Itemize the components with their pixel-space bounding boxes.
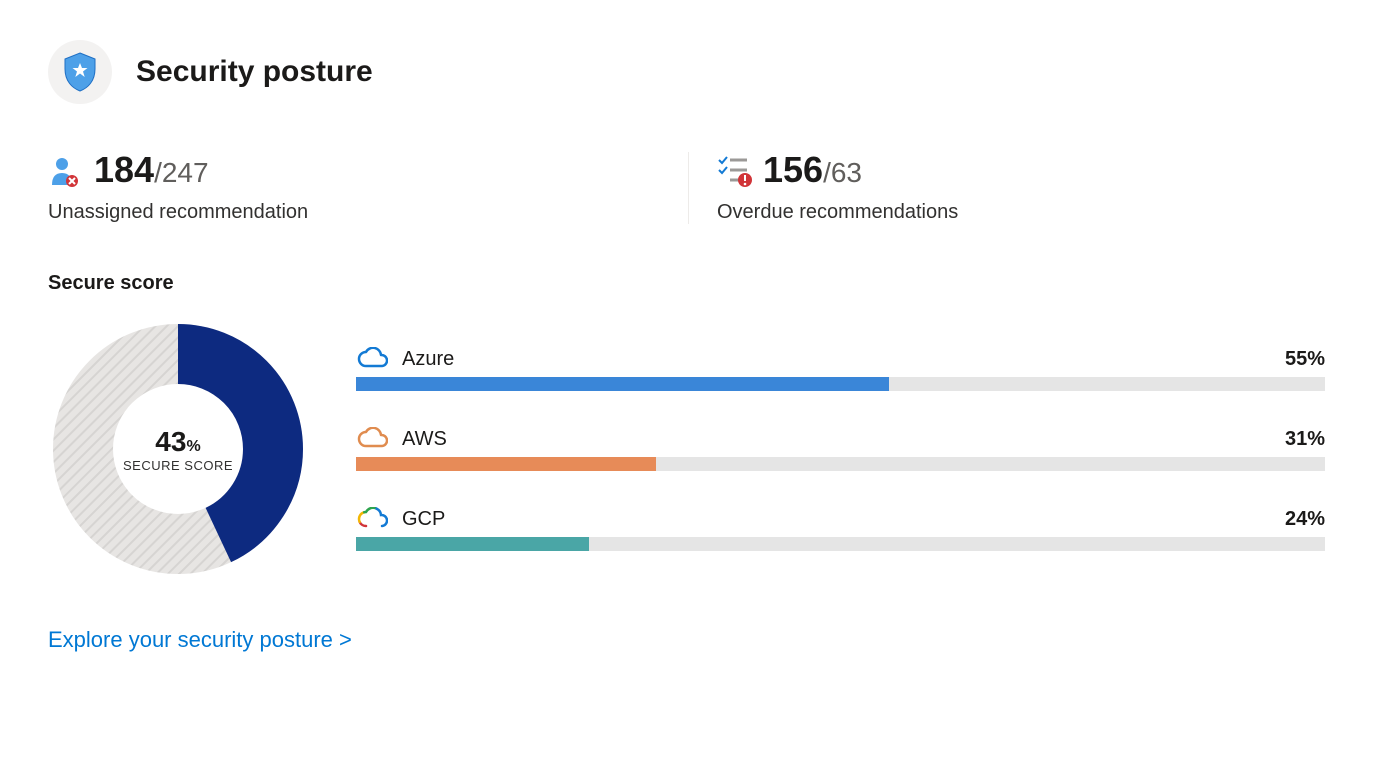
secure-score-percent-suffix: % <box>186 438 200 455</box>
secure-score-title: Secure score <box>48 272 1325 295</box>
provider-bar-track <box>356 457 1325 471</box>
secure-score-center-label: SECURE SCORE <box>123 458 233 473</box>
provider-bar-fill <box>356 377 889 391</box>
card-header: Security posture <box>48 40 1325 104</box>
provider-row-aws[interactable]: AWS 31% <box>356 427 1325 471</box>
provider-bar-track <box>356 537 1325 551</box>
provider-bar-fill <box>356 537 589 551</box>
metric-overdue-primary: 156 <box>763 149 823 190</box>
provider-percent: 24% <box>1285 508 1325 531</box>
provider-row-azure[interactable]: Azure 55% <box>356 347 1325 391</box>
provider-bar-fill <box>356 457 656 471</box>
provider-row-gcp[interactable]: GCP 24% <box>356 507 1325 551</box>
provider-name: Azure <box>402 348 1271 371</box>
person-unassigned-icon <box>48 155 80 187</box>
card-title: Security posture <box>136 55 373 89</box>
metrics-row: 184/247 Unassigned recommendation <box>48 152 1325 224</box>
provider-bars: Azure 55% AWS 31% GCP 24% <box>356 347 1325 551</box>
security-posture-card: Security posture 184/247 Unassig <box>0 0 1373 693</box>
explore-security-posture-link[interactable]: Explore your security posture > <box>48 627 352 653</box>
metric-unassigned[interactable]: 184/247 Unassigned recommendation <box>48 152 688 224</box>
provider-percent: 55% <box>1285 348 1325 371</box>
cloud-icon-gcp <box>356 507 388 531</box>
cloud-icon-aws <box>356 427 388 451</box>
metric-unassigned-primary: 184 <box>94 149 154 190</box>
metric-unassigned-secondary: 247 <box>162 157 209 188</box>
secure-score-percent: 43 <box>155 426 186 457</box>
secure-score-donut[interactable]: 43% SECURE SCORE <box>48 319 308 579</box>
provider-name: AWS <box>402 428 1271 451</box>
metric-unassigned-label: Unassigned recommendation <box>48 201 688 224</box>
secure-score-row: 43% SECURE SCORE Azure 55% AWS 31% GCP 24% <box>48 319 1325 579</box>
metric-overdue-secondary: 63 <box>831 157 862 188</box>
cloud-icon-azure <box>356 347 388 371</box>
provider-bar-track <box>356 377 1325 391</box>
overdue-list-icon <box>717 155 749 187</box>
metric-overdue-label: Overdue recommendations <box>717 201 958 224</box>
shield-icon <box>61 51 99 93</box>
provider-name: GCP <box>402 508 1271 531</box>
shield-icon-badge <box>48 40 112 104</box>
provider-percent: 31% <box>1285 428 1325 451</box>
metric-overdue[interactable]: 156/63 Overdue recommendations <box>688 152 958 224</box>
